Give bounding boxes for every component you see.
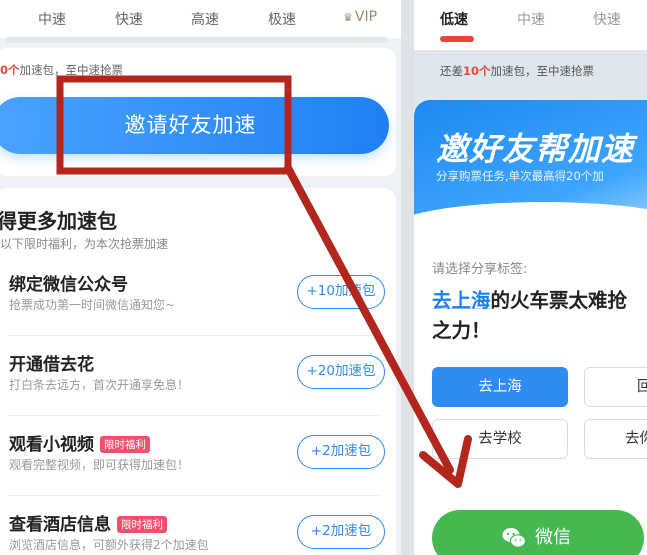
tab-medium-speed[interactable]: 中速 — [38, 9, 66, 29]
left-screenshot-panel: 中速 快速 高速 极速 ♛ VIP 0个加速包，至中速抢票 邀请好友加速 得更多加… — [0, 0, 401, 555]
active-tab-indicator — [440, 36, 474, 42]
hint-count: 10个 — [463, 64, 491, 78]
hint-count: 0个 — [0, 63, 20, 77]
task-desc: 打白条去远方，首次开通享免息！ — [9, 378, 190, 392]
share-destination: 去上海 — [432, 289, 491, 312]
task-row: 绑定微信公众号 抢票成功第一时间微信通知您~ +10加速包 — [0, 256, 392, 336]
limited-offer-badge: 限时福利 — [100, 436, 150, 453]
share-popup: 邀好友帮加速 分享购票任务,单次最高得20个加 请选择分享标签: 去上海的火车票… — [414, 100, 647, 555]
share-message-line1: 的火车票太难抢 — [490, 289, 628, 312]
task-desc: 观看完整视频，即可获得加速包！ — [9, 458, 190, 472]
task-title: 绑定微信公众号 — [9, 270, 128, 295]
banner-title: 邀好友帮加速 — [436, 130, 635, 168]
task-title: 开通借去花 — [9, 350, 94, 375]
tab-low-speed[interactable]: 低速 — [440, 9, 468, 29]
tag-chip-selected[interactable]: 去上海 — [432, 367, 568, 407]
tab-high-speed[interactable]: 高速 — [191, 9, 219, 29]
share-banner: 邀好友帮加速 分享购票任务,单次最高得20个加 — [414, 100, 647, 262]
share-wechat-button[interactable]: 微信 — [432, 510, 644, 555]
tab-vip-label: VIP — [354, 9, 378, 25]
limited-offer-badge: 限时福利 — [117, 516, 167, 533]
right-screenshot-panel: 低速 中速 快速 还差10个加速包，至中速抢票 邀好友帮加速 分享购票任务,单次… — [414, 0, 647, 555]
task-title-text: 开通借去花 — [9, 355, 94, 375]
task-reward-button[interactable]: +2加速包 — [297, 435, 385, 469]
task-title: 观看小视频 限时福利 — [9, 430, 150, 455]
tab-vip[interactable]: ♛ VIP — [343, 9, 377, 25]
hint-text: 加速包，至中速抢票 — [19, 63, 124, 77]
task-reward-button[interactable]: +2加速包 — [297, 515, 385, 549]
section-title: 得更多加速包 — [0, 209, 117, 233]
tag-chip[interactable]: 回 — [584, 367, 647, 407]
wechat-label: 微信 — [535, 527, 571, 548]
task-title: 查看酒店信息 限时福利 — [9, 510, 167, 535]
tab-scroll-track — [6, 37, 388, 43]
speed-tabs: 低速 中速 快速 — [414, 0, 647, 50]
tag-chip[interactable]: 去学校 — [432, 419, 568, 459]
tag-chip[interactable]: 去你 — [584, 419, 647, 459]
task-reward-button[interactable]: +10加速包 — [297, 275, 385, 309]
task-row: 查看酒店信息 限时福利 浏览酒店信息，可额外获得2个加速包 +2加速包 — [0, 496, 392, 555]
task-title-text: 观看小视频 — [9, 435, 94, 455]
task-title-text: 绑定微信公众号 — [9, 275, 128, 295]
task-desc: 浏览酒店信息，可额外获得2个加速包 — [9, 538, 209, 552]
wechat-icon — [502, 528, 526, 548]
task-title-text: 查看酒店信息 — [9, 515, 111, 535]
section-subtitle: 以下限时福利，为本次抢票加速 — [0, 237, 169, 251]
banner-wave — [414, 202, 647, 262]
speed-hint: 还差10个加速包，至中速抢票 — [440, 63, 594, 79]
share-tag-label: 请选择分享标签: — [432, 262, 528, 277]
tab-fast-speed[interactable]: 快速 — [115, 9, 143, 29]
invite-friends-button[interactable]: 邀请好友加速 — [0, 97, 389, 154]
share-message: 去上海的火车票太难抢之力！ — [432, 286, 647, 346]
crown-icon: ♛ — [343, 11, 353, 24]
hint-prefix: 还差 — [440, 64, 463, 78]
task-reward-button[interactable]: +20加速包 — [297, 355, 385, 389]
banner-subtitle: 分享购票任务,单次最高得20个加 — [436, 169, 604, 183]
tab-extreme-speed[interactable]: 极速 — [268, 9, 296, 29]
task-desc: 抢票成功第一时间微信通知您~ — [9, 298, 176, 312]
hint-suffix: 加速包，至中速抢票 — [490, 64, 595, 78]
task-row: 观看小视频 限时福利 观看完整视频，即可获得加速包！ +2加速包 — [0, 416, 392, 496]
tab-medium-speed[interactable]: 中速 — [517, 9, 545, 29]
tab-fast-speed[interactable]: 快速 — [593, 9, 621, 29]
task-row: 开通借去花 打白条去远方，首次开通享免息！ +20加速包 — [0, 336, 392, 416]
share-message-line2: 之力！ — [432, 319, 491, 342]
speed-hint: 0个加速包，至中速抢票 — [0, 62, 123, 78]
speed-tabs: 中速 快速 高速 极速 ♛ VIP — [0, 0, 401, 38]
